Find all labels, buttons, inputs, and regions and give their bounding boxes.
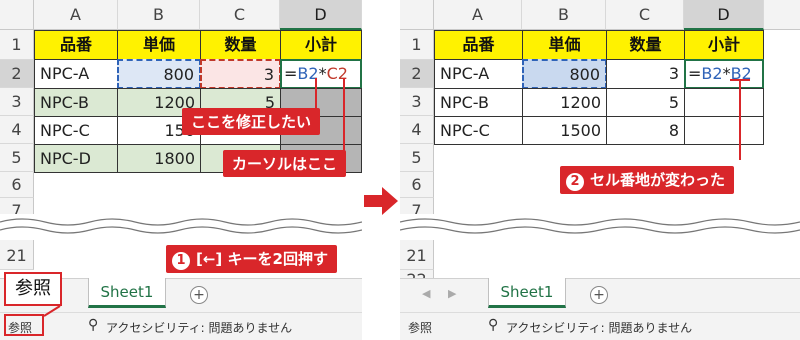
transition-arrow-icon [364, 187, 398, 215]
scroll-tabs-right-icon[interactable]: ▶ [448, 287, 456, 300]
sheet-tab-bar: ◀ ▶ Sheet1 + [400, 278, 800, 313]
accessibility-icon[interactable]: ⚲ [88, 317, 98, 333]
accessibility-icon[interactable]: ⚲ [488, 317, 498, 333]
left-excel-panel: A B C D 1 2 3 4 5 6 7 21 品番 単価 数量 小計 NPC… [0, 0, 362, 340]
accessibility-status[interactable]: アクセシビリティ: 問題ありません [506, 319, 692, 336]
row-header-21[interactable]: 21 [400, 240, 434, 270]
status-mode: 参照 [408, 321, 433, 335]
callout-cursor-here: カーソルはここ [223, 150, 347, 177]
status-bar: 参照 ⚲ アクセシビリティ: 問題ありません [400, 312, 800, 340]
add-sheet-icon[interactable]: + [590, 286, 608, 304]
accessibility-status[interactable]: アクセシビリティ: 問題ありません [106, 319, 292, 336]
callout-step2: 2 セル番地が変わった [560, 166, 735, 194]
badge-connector [43, 305, 61, 317]
scroll-tabs-left-icon[interactable]: ◀ [422, 287, 430, 300]
step1-number-badge: 1 [172, 252, 190, 270]
step2-number-badge: 2 [566, 173, 584, 191]
add-sheet-icon[interactable]: + [190, 286, 208, 304]
callout-step1: 1 [←] キーを2回押す [166, 245, 337, 273]
sheet-tab-sheet1[interactable]: Sheet1 [488, 278, 566, 308]
step1-text: [←] キーを2回押す [196, 250, 328, 268]
wavy-break [400, 214, 800, 240]
callout-fix-here: ここを修正したい [182, 108, 321, 135]
step2-text: セル番地が変わった [590, 171, 726, 189]
sheet-tab-sheet1[interactable]: Sheet1 [88, 278, 166, 308]
right-excel-panel: A B C D 1 2 3 4 5 6 7 21 22 品番 単価 数量 小計 … [400, 0, 800, 340]
